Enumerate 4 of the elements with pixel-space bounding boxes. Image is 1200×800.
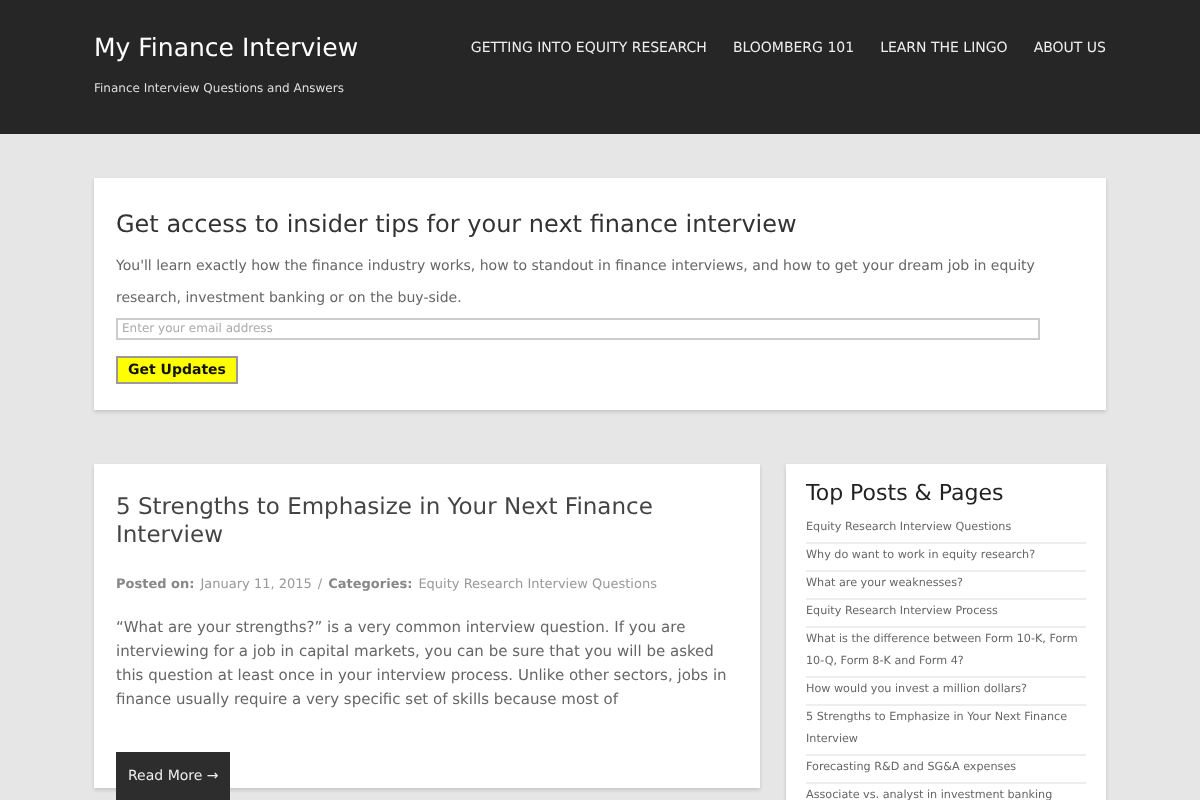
site-title[interactable]: My Finance Interview	[94, 32, 359, 62]
signup-heading: Get access to insider tips for your next finance interview	[116, 210, 797, 238]
widget-heading: Top Posts & Pages	[806, 480, 1006, 506]
post-title[interactable]: 5 Strengths to Emphasize in Your Next Finance Interview	[116, 492, 738, 548]
